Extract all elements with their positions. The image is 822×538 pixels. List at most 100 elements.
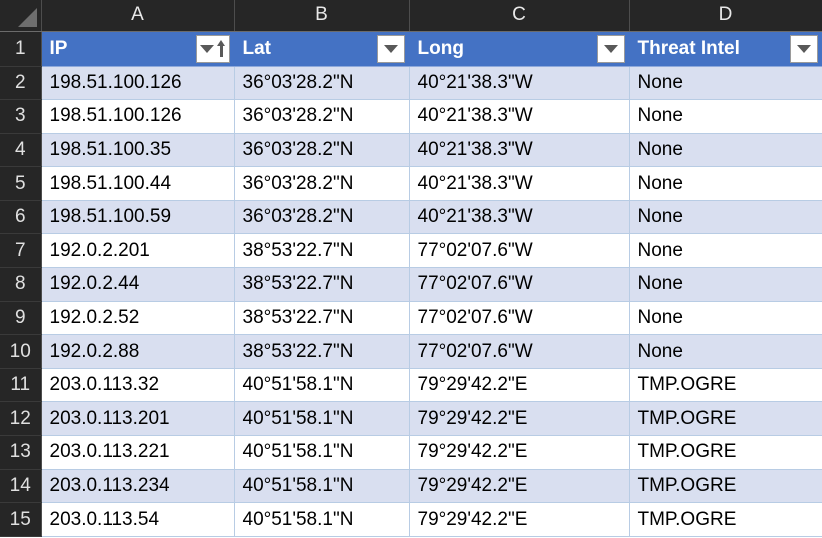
cell-ip[interactable]: 198.51.100.126 (41, 100, 234, 134)
cell-ip[interactable]: 198.51.100.126 (41, 66, 234, 100)
cell-threat-intel[interactable]: None (629, 335, 822, 369)
cell-long[interactable]: 79°29'42.2"E (409, 402, 629, 436)
cell-threat-intel[interactable]: None (629, 133, 822, 167)
select-all-corner[interactable] (0, 0, 41, 31)
worksheet-body: 1 IP Lat Long (0, 31, 822, 536)
table-header-label-ip: IP (50, 32, 68, 66)
cell-long[interactable]: 40°21'38.3"W (409, 66, 629, 100)
cell-lat[interactable]: 36°03'28.2"N (234, 133, 409, 167)
row-header-13[interactable]: 13 (0, 436, 41, 470)
cell-long[interactable]: 77°02'07.6"W (409, 301, 629, 335)
cell-threat-intel[interactable]: None (629, 234, 822, 268)
cell-threat-intel[interactable]: None (629, 66, 822, 100)
cell-threat-intel[interactable]: TMP.OGRE (629, 402, 822, 436)
table-header-cell-threat-intel[interactable]: Threat Intel (629, 31, 822, 66)
table-row: 9192.0.2.5238°53'22.7"N77°02'07.6"WNone (0, 301, 822, 335)
row-header-15[interactable]: 15 (0, 503, 41, 537)
table-row: 5198.51.100.4436°03'28.2"N40°21'38.3"WNo… (0, 167, 822, 201)
column-letter-d: D (719, 4, 733, 25)
cell-lat[interactable]: 40°51'58.1"N (234, 436, 409, 470)
cell-lat[interactable]: 38°53'22.7"N (234, 335, 409, 369)
table-header-cell-long[interactable]: Long (409, 31, 629, 66)
row-header-3[interactable]: 3 (0, 100, 41, 134)
table-row: 15203.0.113.5440°51'58.1"N79°29'42.2"ETM… (0, 503, 822, 537)
filter-dropdown-icon (384, 45, 398, 53)
cell-long[interactable]: 79°29'42.2"E (409, 368, 629, 402)
cell-long[interactable]: 77°02'07.6"W (409, 335, 629, 369)
row-header-2[interactable]: 2 (0, 66, 41, 100)
cell-lat[interactable]: 40°51'58.1"N (234, 402, 409, 436)
cell-long[interactable]: 40°21'38.3"W (409, 100, 629, 134)
row-header-9[interactable]: 9 (0, 301, 41, 335)
row-header-10[interactable]: 10 (0, 335, 41, 369)
row-header-8[interactable]: 8 (0, 268, 41, 302)
cell-ip[interactable]: 203.0.113.221 (41, 436, 234, 470)
spreadsheet-grid: A B C D 1 IP Lat (0, 0, 822, 538)
cell-lat[interactable]: 40°51'58.1"N (234, 503, 409, 537)
row-header-7[interactable]: 7 (0, 234, 41, 268)
cell-ip[interactable]: 192.0.2.88 (41, 335, 234, 369)
cell-lat[interactable]: 40°51'58.1"N (234, 368, 409, 402)
row-header-4[interactable]: 4 (0, 133, 41, 167)
filter-button-threat-intel[interactable] (790, 35, 818, 63)
cell-ip[interactable]: 203.0.113.234 (41, 469, 234, 503)
cell-lat[interactable]: 40°51'58.1"N (234, 469, 409, 503)
table-header-label-lat: Lat (243, 32, 272, 66)
filter-button-lat[interactable] (377, 35, 405, 63)
cell-lat[interactable]: 36°03'28.2"N (234, 167, 409, 201)
cell-ip[interactable]: 198.51.100.44 (41, 167, 234, 201)
filter-button-long[interactable] (597, 35, 625, 63)
cell-ip[interactable]: 192.0.2.201 (41, 234, 234, 268)
worksheet-table: A B C D 1 IP Lat (0, 0, 822, 537)
cell-long[interactable]: 79°29'42.2"E (409, 469, 629, 503)
table-header-cell-lat[interactable]: Lat (234, 31, 409, 66)
cell-threat-intel[interactable]: None (629, 200, 822, 234)
cell-lat[interactable]: 38°53'22.7"N (234, 268, 409, 302)
row-header-12[interactable]: 12 (0, 402, 41, 436)
cell-long[interactable]: 79°29'42.2"E (409, 436, 629, 470)
table-row: 8192.0.2.4438°53'22.7"N77°02'07.6"WNone (0, 268, 822, 302)
cell-threat-intel[interactable]: TMP.OGRE (629, 436, 822, 470)
cell-threat-intel[interactable]: None (629, 100, 822, 134)
cell-ip[interactable]: 198.51.100.35 (41, 133, 234, 167)
cell-long[interactable]: 40°21'38.3"W (409, 167, 629, 201)
cell-long[interactable]: 40°21'38.3"W (409, 133, 629, 167)
row-header-1[interactable]: 1 (0, 31, 41, 66)
cell-lat[interactable]: 36°03'28.2"N (234, 100, 409, 134)
table-row: 3198.51.100.12636°03'28.2"N40°21'38.3"WN… (0, 100, 822, 134)
column-header-a[interactable]: A (41, 0, 234, 31)
cell-ip[interactable]: 192.0.2.52 (41, 301, 234, 335)
cell-ip[interactable]: 203.0.113.201 (41, 402, 234, 436)
cell-lat[interactable]: 36°03'28.2"N (234, 200, 409, 234)
row-header-14[interactable]: 14 (0, 469, 41, 503)
cell-ip[interactable]: 203.0.113.54 (41, 503, 234, 537)
cell-threat-intel[interactable]: TMP.OGRE (629, 469, 822, 503)
cell-threat-intel[interactable]: None (629, 268, 822, 302)
table-header-row: 1 IP Lat Long (0, 31, 822, 66)
table-row: 4198.51.100.3536°03'28.2"N40°21'38.3"WNo… (0, 133, 822, 167)
cell-lat[interactable]: 38°53'22.7"N (234, 234, 409, 268)
cell-long[interactable]: 40°21'38.3"W (409, 200, 629, 234)
column-header-c[interactable]: C (409, 0, 629, 31)
row-header-6[interactable]: 6 (0, 200, 41, 234)
cell-long[interactable]: 77°02'07.6"W (409, 268, 629, 302)
row-header-11[interactable]: 11 (0, 368, 41, 402)
column-header-d[interactable]: D (629, 0, 822, 31)
column-header-b[interactable]: B (234, 0, 409, 31)
row-header-5[interactable]: 5 (0, 167, 41, 201)
cell-threat-intel[interactable]: TMP.OGRE (629, 503, 822, 537)
cell-ip[interactable]: 203.0.113.32 (41, 368, 234, 402)
cell-threat-intel[interactable]: None (629, 301, 822, 335)
cell-lat[interactable]: 36°03'28.2"N (234, 66, 409, 100)
table-header-cell-ip[interactable]: IP (41, 31, 234, 66)
filter-dropdown-icon (604, 45, 618, 53)
cell-ip[interactable]: 198.51.100.59 (41, 200, 234, 234)
cell-lat[interactable]: 38°53'22.7"N (234, 301, 409, 335)
cell-threat-intel[interactable]: None (629, 167, 822, 201)
cell-long[interactable]: 79°29'42.2"E (409, 503, 629, 537)
cell-long[interactable]: 77°02'07.6"W (409, 234, 629, 268)
cell-threat-intel[interactable]: TMP.OGRE (629, 368, 822, 402)
cell-ip[interactable]: 192.0.2.44 (41, 268, 234, 302)
filter-button-ip[interactable] (196, 35, 230, 63)
table-row: 14203.0.113.23440°51'58.1"N79°29'42.2"ET… (0, 469, 822, 503)
